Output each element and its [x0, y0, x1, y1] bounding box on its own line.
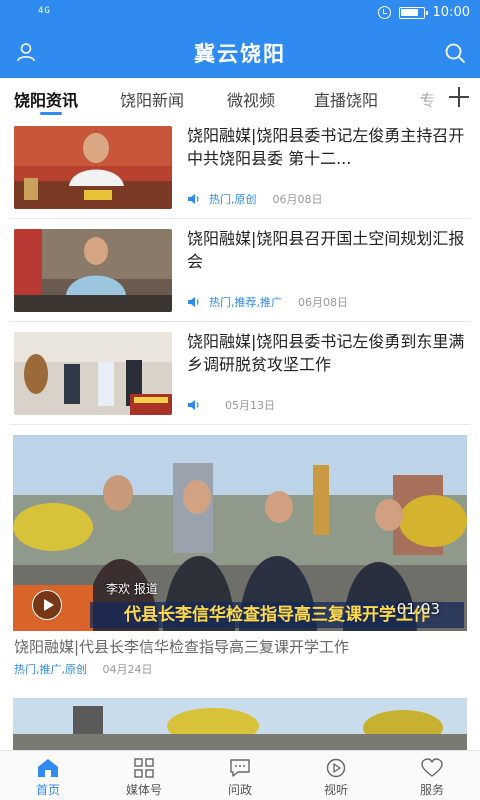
nav-inquiry[interactable]: 问政: [192, 751, 288, 800]
video-date: 04月24日: [102, 663, 153, 676]
search-icon[interactable]: [444, 42, 466, 64]
news-feed[interactable]: 饶阳融媒|饶阳县委书记左俊勇主持召开中共饶阳县委 第十二... 热门,原创 06…: [0, 120, 480, 750]
app-header: 冀云饶阳: [0, 26, 480, 78]
nav-label: 媒体号: [125, 783, 162, 797]
status-bar: 4G 10:00: [0, 0, 480, 26]
status-icons: 10:00: [377, 5, 470, 20]
tab-raoyang-news[interactable]: 饶阳新闻: [120, 87, 184, 111]
active-tab-indicator: [40, 112, 62, 115]
grid-icon: [134, 758, 154, 778]
home-icon: [38, 759, 58, 777]
news-date: 06月08日: [272, 193, 323, 206]
tabs-fade: [410, 78, 440, 120]
video-duration: 01:03: [396, 600, 440, 618]
news-tags: 热门,推荐,推广: [209, 296, 282, 309]
nav-service[interactable]: 服务: [384, 751, 480, 800]
category-tabs: 饶阳资讯 饶阳新闻 微视频 直播饶阳 专: [0, 78, 480, 120]
nav-media[interactable]: 媒体号: [96, 751, 192, 800]
news-title: 饶阳融媒|饶阳县委书记左俊勇主持召开中共饶阳县委 第十二...: [187, 126, 465, 168]
news-date: 05月13日: [225, 399, 275, 412]
speaker-icon: [188, 194, 199, 204]
video-title: 饶阳融媒|代县长李信华检查指导高三复课开学工作: [14, 638, 350, 656]
news-thumbnail: [14, 126, 172, 209]
tab-micro-video[interactable]: 微视频: [227, 87, 275, 111]
tab-raoyang-info[interactable]: 饶阳资讯: [14, 87, 78, 111]
news-title: 饶阳融媒|饶阳县委书记左俊勇到东里满乡调研脱贫攻坚工作: [187, 332, 465, 374]
news-item[interactable]: 饶阳融媒|饶阳县委书记左俊勇到东里满乡调研脱贫攻坚工作 05月13日: [10, 328, 470, 425]
status-time: 10:00: [432, 5, 470, 20]
news-item[interactable]: 饶阳融媒|饶阳县委书记左俊勇主持召开中共饶阳县委 第十二... 热门,原创 06…: [10, 122, 470, 219]
alarm-icon: [377, 6, 391, 19]
chat-icon: [230, 759, 250, 777]
news-tags: 热门,原创: [209, 193, 257, 206]
app-title: 冀云饶阳: [194, 42, 286, 66]
news-thumbnail: [14, 332, 172, 415]
heart-icon: [421, 758, 443, 777]
tab-live-raoyang[interactable]: 直播饶阳: [314, 87, 378, 111]
news-meta: 05月13日: [187, 397, 275, 413]
video-tags: 热门,推广,原创: [14, 663, 87, 676]
nav-av[interactable]: 视听: [288, 751, 384, 800]
nav-home[interactable]: 首页: [0, 751, 96, 800]
news-item[interactable]: 饶阳融媒|饶阳县召开国土空间规划汇报会 热门,推荐,推广 06月08日: [10, 225, 470, 322]
news-title: 饶阳融媒|饶阳县召开国土空间规划汇报会: [187, 229, 465, 271]
speaker-icon: [188, 297, 199, 307]
nav-label: 问政: [227, 783, 252, 797]
video-reporter: 李欢 报道: [106, 582, 158, 596]
battery-icon: [398, 6, 428, 19]
nav-label: 服务: [419, 783, 444, 797]
news-date: 06月08日: [298, 296, 348, 309]
news-thumbnail: [14, 229, 172, 312]
plus-icon[interactable]: [448, 86, 470, 108]
play-icon[interactable]: [32, 590, 62, 620]
signal-indicator: 4G: [38, 6, 51, 16]
speaker-icon: [188, 400, 199, 410]
news-meta: 热门,原创 06月08日: [187, 191, 323, 207]
bottom-nav: 首页 媒体号 问政 视听 服务: [0, 750, 480, 800]
nav-label: 视听: [323, 783, 348, 797]
nav-label: 首页: [35, 783, 60, 797]
next-item-thumbnail[interactable]: [13, 698, 467, 750]
play-circle-icon: [326, 758, 346, 778]
video-meta: 热门,推广,原创 04月24日: [14, 661, 153, 677]
news-meta: 热门,推荐,推广 06月08日: [187, 294, 348, 310]
